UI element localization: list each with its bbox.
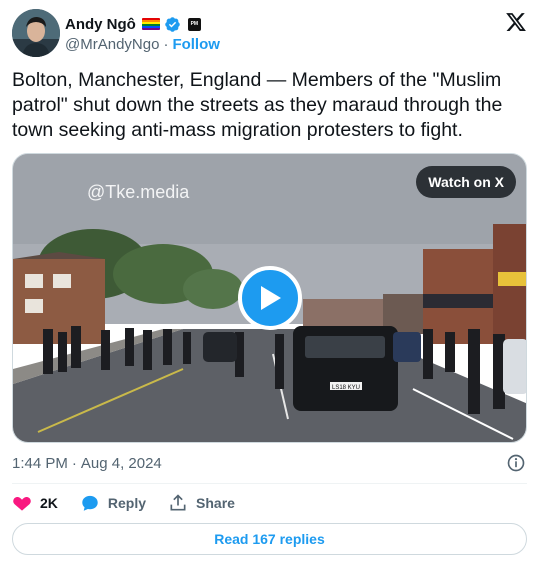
read-replies-button[interactable]: Read 167 replies [12, 523, 527, 555]
video-watermark: @Tke.media [87, 182, 190, 202]
share-label: Share [196, 495, 235, 511]
play-button[interactable] [238, 266, 302, 330]
handle-row: @MrAndyNgo · Follow [65, 36, 220, 53]
license-plate: LS18 KYU [332, 385, 360, 391]
tweet-text: Bolton, Manchester, England — Members of… [12, 69, 503, 141]
affiliate-badge-icon[interactable]: PM [187, 17, 201, 31]
author-name[interactable]: Andy Ngô [65, 16, 136, 33]
tweet-header: Andy Ngô PM @MrAndyNgo · Follow [12, 9, 527, 57]
share-icon [170, 494, 186, 511]
heart-icon [13, 497, 31, 511]
watch-on-x-button[interactable]: Watch on X [416, 166, 516, 198]
x-logo-icon[interactable] [505, 11, 527, 33]
tweet-time[interactable]: 1:44 PM [12, 455, 68, 472]
reply-label: Reply [107, 495, 147, 511]
handle-separator: · [163, 36, 169, 53]
avatar[interactable] [12, 9, 60, 57]
author-handle[interactable]: @MrAndyNgo [65, 36, 159, 53]
timestamp-separator: · [71, 454, 77, 472]
timestamp-row: 1:44 PM · Aug 4, 2024 [12, 453, 527, 473]
name-row: Andy Ngô PM [65, 14, 201, 34]
like-button[interactable]: 2K [12, 493, 58, 513]
play-icon [261, 286, 281, 310]
video-player[interactable]: LS18 KYU @Tke.media Watch on X [12, 153, 527, 443]
info-icon[interactable] [506, 453, 526, 473]
reply-bubble-icon [82, 495, 98, 511]
divider [12, 483, 527, 484]
follow-button[interactable]: Follow [172, 36, 220, 53]
action-bar: 2K Reply Share [12, 492, 257, 514]
avatar-image [12, 9, 60, 57]
verified-badge-icon[interactable] [164, 16, 181, 33]
like-count: 2K [40, 495, 58, 511]
share-button[interactable]: Share [168, 493, 235, 513]
rainbow-flag-icon [141, 18, 160, 30]
reply-button[interactable]: Reply [80, 493, 146, 513]
tweet-date[interactable]: Aug 4, 2024 [81, 455, 162, 472]
